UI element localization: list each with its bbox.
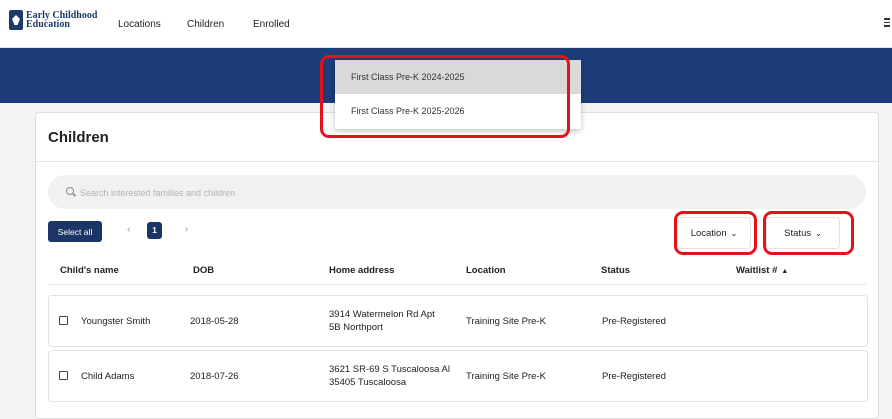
child-address: 3621 SR-69 S Tuscaloosa Al 35405 Tuscalo… xyxy=(329,363,450,389)
sort-asc-icon: ▲ xyxy=(781,268,789,275)
col-status[interactable]: Status xyxy=(601,265,630,276)
status-filter-label: Status xyxy=(784,227,812,239)
search-icon xyxy=(66,187,74,195)
child-dob: 2018-07-26 xyxy=(190,371,239,382)
table-row[interactable]: Youngster Smith 2018-05-28 3914 Watermel… xyxy=(48,295,868,347)
child-status: Pre-Registered xyxy=(602,316,666,327)
child-name: Child Adams xyxy=(81,371,135,382)
address-line-1: 3621 SR-69 S Tuscaloosa Al xyxy=(329,364,450,375)
dropdown-option-2025-2026[interactable]: First Class Pre-K 2025-2026 xyxy=(335,94,581,128)
children-card: Children Select all ‹ 1 › Location ⌄ Sta… xyxy=(35,112,879,419)
row-checkbox[interactable] xyxy=(59,316,68,325)
divider xyxy=(36,161,878,162)
table-row[interactable]: Child Adams 2018-07-26 3621 SR-69 S Tusc… xyxy=(48,350,868,402)
prev-page-icon[interactable]: ‹ xyxy=(127,224,130,235)
address-line-2: 5B Northport xyxy=(329,322,383,333)
child-location: Training Site Pre-K xyxy=(466,316,546,327)
next-page-icon[interactable]: › xyxy=(185,224,188,235)
search-bar[interactable] xyxy=(48,175,866,209)
child-location: Training Site Pre-K xyxy=(466,371,546,382)
dropdown-option-2024-2025[interactable]: First Class Pre-K 2024-2025 xyxy=(335,60,581,94)
nav-locations[interactable]: Locations xyxy=(118,19,161,30)
chevron-down-icon: ⌄ xyxy=(730,228,738,238)
col-dob[interactable]: DOB xyxy=(193,265,214,276)
top-navbar: Early Childhood Education Locations Chil… xyxy=(0,0,892,48)
search-input[interactable] xyxy=(78,184,842,202)
child-address: 3914 Watermelon Rd Apt 5B Northport xyxy=(329,308,435,334)
menu-icon[interactable] xyxy=(884,16,890,29)
brand-text: Early Childhood Education xyxy=(26,11,97,30)
nav-children[interactable]: Children xyxy=(187,19,224,30)
location-filter-label: Location xyxy=(690,227,727,239)
program-dropdown-menu: First Class Pre-K 2024-2025 First Class … xyxy=(335,60,581,129)
col-waitlist[interactable]: Waitlist # ▲ xyxy=(736,265,788,276)
status-filter[interactable]: Status ⌄ xyxy=(766,217,840,249)
address-line-2: 35405 Tuscaloosa xyxy=(329,377,407,388)
location-filter[interactable]: Location ⌄ xyxy=(677,217,751,249)
child-dob: 2018-05-28 xyxy=(190,316,239,327)
col-home-address[interactable]: Home address xyxy=(329,265,394,276)
page-number-button[interactable]: 1 xyxy=(147,222,162,239)
nav-enrolled[interactable]: Enrolled xyxy=(253,19,290,30)
row-checkbox[interactable] xyxy=(59,371,68,380)
select-all-button[interactable]: Select all xyxy=(48,221,102,242)
col-waitlist-label: Waitlist # xyxy=(736,265,778,276)
col-location[interactable]: Location xyxy=(466,265,506,276)
child-status: Pre-Registered xyxy=(602,371,666,382)
brand-line-2: Education xyxy=(26,19,70,30)
chevron-down-icon: ⌄ xyxy=(815,228,822,238)
page-title: Children xyxy=(48,129,109,146)
address-line-1: 3914 Watermelon Rd Apt xyxy=(329,309,435,320)
brand-logo[interactable]: Early Childhood Education xyxy=(9,10,97,30)
child-name: Youngster Smith xyxy=(81,316,151,327)
header-divider xyxy=(48,284,866,285)
col-child-name[interactable]: Child's name xyxy=(60,265,119,276)
state-shape-icon xyxy=(9,10,23,30)
